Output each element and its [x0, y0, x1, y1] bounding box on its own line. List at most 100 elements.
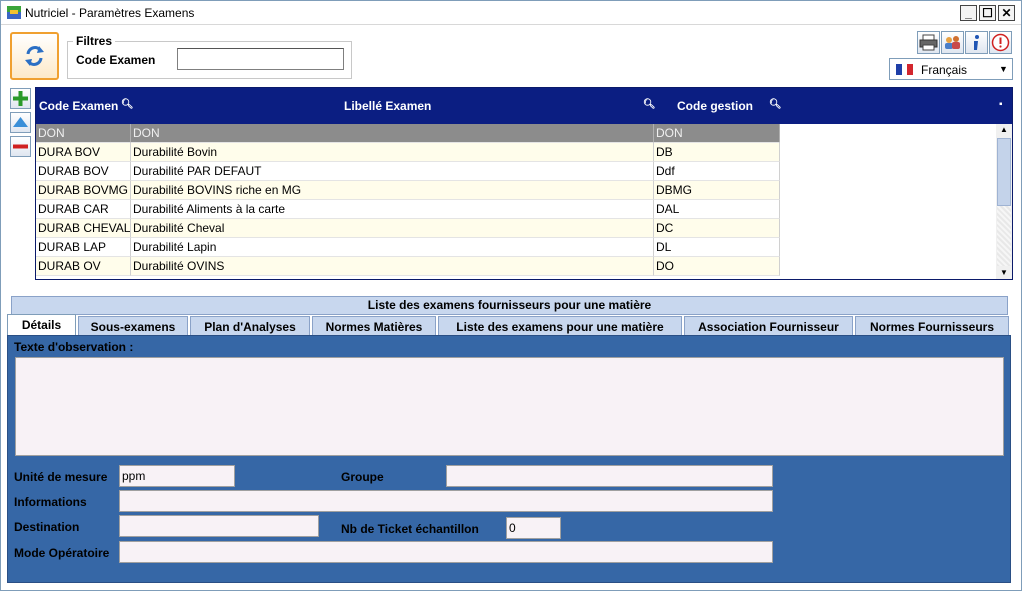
cell-libelle-examen: Durabilité Aliments à la carte [131, 200, 654, 219]
tab-details[interactable]: Détails [7, 314, 76, 336]
table-row[interactable]: DURAB CHEVAL Durabilité Cheval DC [36, 219, 780, 238]
tab-sous-examens[interactable]: Sous-examens [78, 316, 188, 337]
grid-body: DON DON DON DURA BOV Durabilité Bovin DB… [36, 124, 780, 276]
tab-association-fournisseur[interactable]: Association Fournisseur [684, 316, 853, 337]
close-button[interactable]: ✕ [998, 5, 1015, 21]
filter-cell[interactable]: DON [654, 124, 780, 143]
magnifier-icon[interactable]: 🔍︎ [121, 99, 134, 110]
filter-cell[interactable]: DON [131, 124, 654, 143]
cell-libelle-examen: Durabilité BOVINS riche en MG [131, 181, 654, 200]
table-row[interactable]: DURAB OV Durabilité OVINS DO [36, 257, 780, 276]
informations-input[interactable] [119, 490, 773, 512]
code-examen-filter-input[interactable] [177, 48, 344, 70]
destination-input[interactable] [119, 515, 319, 537]
quit-button[interactable] [989, 31, 1012, 54]
cell-libelle-examen: Durabilité Bovin [131, 143, 654, 162]
plus-icon [13, 91, 28, 106]
unite-mesure-label: Unité de mesure [14, 470, 108, 484]
application-window: Nutriciel - Paramètres Examens _ ☐ ✕ Fil… [0, 0, 1022, 591]
observation-label: Texte d'observation : [14, 340, 134, 354]
cell-libelle-examen: Durabilité Lapin [131, 238, 654, 257]
cell-code-examen: DURAB CAR [36, 200, 131, 219]
cell-code-gestion: DO [654, 257, 780, 276]
details-tab-content: Texte d'observation : Unité de mesure pp… [7, 335, 1011, 583]
cell-code-gestion: DL [654, 238, 780, 257]
grid-vertical-scrollbar[interactable]: ▲ ▼ [996, 124, 1012, 279]
cell-libelle-examen: Durabilité Cheval [131, 219, 654, 238]
info-button[interactable] [965, 31, 988, 54]
code-examen-filter-label: Code Examen [76, 53, 156, 67]
column-header-libelle-examen[interactable]: Libellé Examen [344, 99, 431, 113]
power-icon [991, 33, 1010, 52]
magnifier-icon[interactable]: 🔍︎ [769, 99, 782, 110]
unite-mesure-input[interactable]: ppm [119, 465, 235, 487]
minimize-button[interactable]: _ [960, 5, 977, 21]
tab-liste-examens-matiere[interactable]: Liste des examens pour une matière [438, 316, 682, 337]
refresh-icon [25, 46, 44, 66]
filters-legend: Filtres [73, 34, 116, 48]
language-selected: Français [921, 63, 968, 77]
window-title: Nutriciel - Paramètres Examens [25, 6, 195, 20]
magnifier-icon[interactable]: 🔍︎ [643, 99, 656, 110]
users-button[interactable] [941, 31, 964, 54]
scroll-track[interactable] [997, 206, 1011, 266]
nb-ticket-label: Nb de Ticket échantillon [341, 522, 479, 536]
mode-operatoire-input[interactable] [119, 541, 773, 563]
cell-code-examen: DURAB LAP [36, 238, 131, 257]
table-row[interactable]: DURA BOV Durabilité Bovin DB [36, 143, 780, 162]
scroll-up-icon[interactable]: ▲ [996, 124, 1012, 136]
groupe-input[interactable] [446, 465, 773, 487]
cell-code-examen: DURAB BOVMG [36, 181, 131, 200]
cell-code-examen: DURA BOV [36, 143, 131, 162]
cell-libelle-examen: Durabilité PAR DEFAUT [131, 162, 654, 181]
scroll-thumb[interactable] [997, 138, 1011, 206]
cell-code-gestion: Ddf [654, 162, 780, 181]
column-chooser-icon[interactable]: ▪ [999, 99, 1003, 110]
column-header-code-gestion[interactable]: Code gestion [677, 99, 753, 113]
grid-header: Code Examen 🔍︎ Libellé Examen 🔍︎ Code ge… [36, 88, 1012, 124]
column-header-code-examen[interactable]: Code Examen [39, 99, 118, 113]
observation-textarea[interactable] [15, 357, 1004, 456]
table-row[interactable]: DURAB BOVMG Durabilité BOVINS riche en M… [36, 181, 780, 200]
cell-code-gestion: DC [654, 219, 780, 238]
tab-normes-matieres[interactable]: Normes Matières [312, 316, 436, 337]
cell-code-examen: DURAB CHEVAL [36, 219, 131, 238]
arrow-up-icon [13, 117, 28, 127]
french-flag-icon [896, 64, 914, 75]
language-select[interactable]: Français ▼ [889, 58, 1013, 80]
scroll-down-icon[interactable]: ▼ [996, 267, 1012, 279]
cell-libelle-examen: Durabilité OVINS [131, 257, 654, 276]
grid-filter-row[interactable]: DON DON DON [36, 124, 780, 143]
refresh-button[interactable] [10, 32, 59, 80]
printer-icon [919, 34, 938, 51]
detail-tabs: Détails Sous-examens Plan d'Analyses Nor… [7, 314, 1011, 337]
maximize-button[interactable]: ☐ [979, 5, 996, 21]
examens-grid: Code Examen 🔍︎ Libellé Examen 🔍︎ Code ge… [35, 87, 1013, 280]
tab-plan-analyses[interactable]: Plan d'Analyses [190, 316, 310, 337]
delete-row-button[interactable] [10, 136, 31, 157]
info-icon [974, 35, 979, 50]
cell-code-examen: DURAB BOV [36, 162, 131, 181]
move-up-button[interactable] [10, 112, 31, 133]
mode-operatoire-label: Mode Opératoire [14, 546, 110, 560]
nb-ticket-input[interactable]: 0 [506, 517, 561, 539]
table-row[interactable]: DURAB CAR Durabilité Aliments à la carte… [36, 200, 780, 219]
cell-code-gestion: DBMG [654, 181, 780, 200]
groupe-label: Groupe [341, 470, 384, 484]
filter-cell[interactable]: DON [36, 124, 131, 143]
informations-label: Informations [14, 495, 87, 509]
app-logo-icon [7, 6, 21, 19]
minus-icon [13, 144, 28, 149]
table-row[interactable]: DURAB LAP Durabilité Lapin DL [36, 238, 780, 257]
destination-label: Destination [14, 520, 80, 534]
chevron-down-icon[interactable]: ▼ [995, 59, 1012, 79]
add-row-button[interactable] [10, 88, 31, 109]
cell-code-gestion: DB [654, 143, 780, 162]
cell-code-examen: DURAB OV [36, 257, 131, 276]
print-button[interactable] [917, 31, 940, 54]
tab-normes-fournisseurs[interactable]: Normes Fournisseurs [855, 316, 1009, 337]
table-row[interactable]: DURAB BOV Durabilité PAR DEFAUT Ddf [36, 162, 780, 181]
cell-code-gestion: DAL [654, 200, 780, 219]
users-icon [945, 36, 960, 49]
panel-title: Liste des examens fournisseurs pour une … [11, 296, 1008, 315]
